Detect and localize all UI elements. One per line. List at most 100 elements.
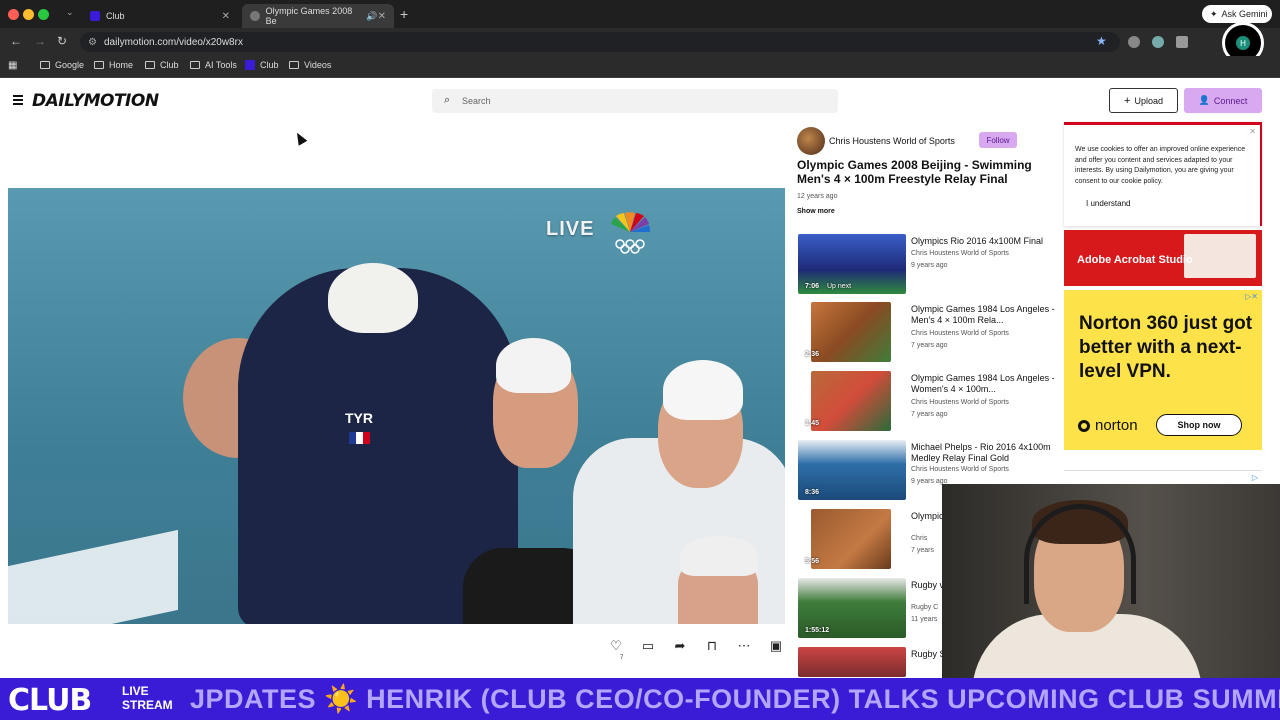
- video-frame: [496, 338, 571, 393]
- video-frame: [680, 536, 758, 576]
- live-stream-label: LIVE STREAM: [122, 684, 173, 712]
- video-age: 12 years ago: [797, 193, 838, 200]
- adobe-ad[interactable]: Adobe Acrobat Studio: [1064, 230, 1262, 286]
- bookmark-label: Videos: [304, 60, 332, 70]
- related-video-item[interactable]: 7:06 Up next Olympics Rio 2016 4x100M Fi…: [797, 234, 1057, 296]
- apps-grid-icon[interactable]: ▦: [8, 60, 17, 71]
- search-placeholder: Search: [462, 96, 491, 106]
- url-text: dailymotion.com/video/x20w8rx: [104, 36, 243, 48]
- tab-list-chevron-icon[interactable]: ⌄: [66, 7, 74, 18]
- related-age: 7 years ago: [911, 342, 948, 349]
- live-label: LIVE: [122, 684, 149, 698]
- duration-badge: 1:45: [805, 420, 820, 427]
- cookie-text: We use cookies to offer an improved onli…: [1075, 146, 1246, 185]
- tab-dailymotion[interactable]: Olympic Games 2008 Be 🔊 ✕: [242, 4, 394, 28]
- bookmark-ai-tools[interactable]: AI Tools: [190, 60, 237, 70]
- close-tab-icon[interactable]: ✕: [378, 11, 386, 22]
- comment-icon[interactable]: ▭: [632, 638, 664, 654]
- browser-tab-bar: ⌄ Club ✕ Olympic Games 2008 Be 🔊 ✕ + ✦ A…: [0, 0, 1280, 28]
- user-icon: 👤: [1198, 95, 1210, 105]
- ask-gemini-button[interactable]: ✦ Ask Gemini: [1202, 5, 1272, 23]
- club-livestream-banner: CLUB LIVE STREAM JPDATES ☀️ HENRIK (CLUB…: [0, 678, 1280, 720]
- connect-label: Connect: [1213, 95, 1248, 106]
- bookmark-home[interactable]: Home: [94, 60, 133, 70]
- connect-button[interactable]: 👤 Connect: [1184, 88, 1262, 113]
- video-thumbnail: [811, 509, 891, 569]
- bookmark-icon[interactable]: ⊓: [696, 638, 728, 654]
- plus-icon: +: [1124, 94, 1131, 107]
- stream-label: STREAM: [122, 698, 173, 712]
- search-icon: ⌕: [444, 94, 451, 106]
- dailymotion-favicon-icon: [250, 11, 260, 21]
- upload-button[interactable]: + Upload: [1109, 88, 1178, 113]
- france-flag-icon: [349, 432, 370, 444]
- related-title: Michael Phelps - Rio 2016 4x100m Medley …: [911, 442, 1051, 463]
- reload-icon[interactable]: ↻: [57, 34, 67, 48]
- dailymotion-logo[interactable]: DAILYMOTION: [32, 91, 159, 111]
- heart-icon[interactable]: ♡: [600, 638, 632, 654]
- menu-hamburger-icon[interactable]: [13, 95, 23, 107]
- adobe-ad-text: Adobe Acrobat Studio: [1077, 254, 1193, 266]
- like-count: 7: [620, 655, 624, 661]
- picture-in-picture-icon[interactable]: ▣: [760, 638, 792, 654]
- duration-badge: 7:06: [805, 283, 820, 290]
- norton-headline: Norton 360 just got better with a next-l…: [1079, 313, 1253, 382]
- back-arrow-icon[interactable]: ←: [10, 34, 22, 48]
- related-video-item[interactable]: 1:45 Olympic Games 1984 Los Angeles - Wo…: [797, 371, 1057, 433]
- extensions-puzzle-icon[interactable]: [1176, 36, 1188, 48]
- related-title: Olympics Rio 2016 4x100M Final: [911, 236, 1044, 246]
- extension-icon[interactable]: [1152, 36, 1164, 48]
- minimize-window-button[interactable]: [23, 9, 34, 20]
- bookmark-star-icon[interactable]: ★: [1096, 34, 1107, 48]
- video-title: Olympic Games 2008 Beijing - Swimming Me…: [797, 158, 1032, 186]
- follow-button[interactable]: Follow: [979, 132, 1017, 148]
- video-frame: [663, 360, 743, 420]
- show-more-link[interactable]: Show more: [797, 208, 835, 215]
- video-frame: [328, 263, 418, 333]
- related-video-item[interactable]: 2:36 Olympic Games 1984 Los Angeles - Me…: [797, 302, 1057, 364]
- url-field[interactable]: ⚙ dailymotion.com/video/x20w8rx: [80, 32, 1120, 52]
- bookmark-google[interactable]: Google: [40, 60, 84, 70]
- norton-check-icon: [1078, 419, 1090, 432]
- bookmark-club[interactable]: Club: [145, 60, 179, 70]
- bookmark-label: AI Tools: [205, 60, 237, 70]
- related-channel: Rugby C: [911, 604, 939, 611]
- tab-club[interactable]: Club ✕: [82, 4, 238, 28]
- close-window-button[interactable]: [8, 9, 19, 20]
- channel-name[interactable]: Chris Houstens World of Sports: [829, 136, 955, 146]
- video-player[interactable]: TYR LIVE: [8, 188, 785, 624]
- related-channel: Chris: [911, 535, 928, 542]
- related-age: 7 years: [911, 547, 934, 554]
- forward-arrow-icon[interactable]: →: [34, 34, 46, 48]
- ad-choices-icon[interactable]: ▷: [1252, 473, 1258, 482]
- search-input[interactable]: ⌕ Search: [432, 89, 838, 113]
- tab-title: Olympic Games 2008 Be: [265, 6, 353, 26]
- ad-choices-icon[interactable]: ▷✕: [1245, 292, 1258, 301]
- new-tab-button[interactable]: +: [400, 6, 408, 22]
- folder-icon: [289, 61, 299, 69]
- cookie-accept-button[interactable]: I understand: [1086, 199, 1130, 208]
- site-info-icon[interactable]: ⚙: [88, 37, 97, 48]
- related-age: 9 years ago: [911, 262, 948, 269]
- related-age: 11 years: [911, 616, 938, 623]
- norton-ad[interactable]: ▷✕ Norton 360 just got better with a nex…: [1064, 290, 1262, 450]
- bookmark-videos[interactable]: Videos: [289, 60, 331, 70]
- share-icon[interactable]: ➦: [664, 638, 696, 654]
- bookmark-label: Club: [160, 60, 179, 70]
- close-icon[interactable]: ✕: [1249, 127, 1256, 136]
- club-favicon-icon: [245, 60, 255, 70]
- shop-now-button[interactable]: Shop now: [1156, 414, 1242, 436]
- speaker-icon[interactable]: 🔊: [366, 11, 377, 22]
- related-channel: Chris Houstens World of Sports: [911, 399, 1009, 406]
- bookmark-club-site[interactable]: Club: [245, 60, 279, 70]
- headphones-icon: [1024, 504, 1136, 604]
- upload-label: Upload: [1134, 95, 1163, 106]
- swimsuit-logo: TYR: [345, 410, 373, 426]
- video-thumbnail: [798, 647, 906, 677]
- related-channel: Chris Houstens World of Sports: [911, 250, 1009, 257]
- more-options-icon[interactable]: ⋯: [728, 638, 760, 654]
- maximize-window-button[interactable]: [38, 9, 49, 20]
- close-tab-icon[interactable]: ✕: [222, 11, 230, 22]
- extension-icon[interactable]: [1128, 36, 1140, 48]
- channel-avatar[interactable]: [797, 127, 825, 155]
